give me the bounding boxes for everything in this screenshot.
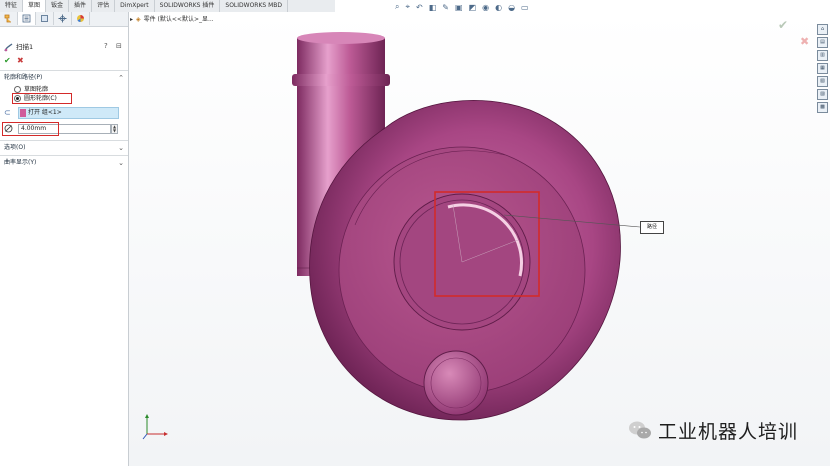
reference-triad bbox=[142, 414, 168, 440]
pipe-flange-ring[interactable] bbox=[292, 74, 390, 86]
pipe-end-face[interactable] bbox=[297, 32, 385, 44]
watermark-text: 工业机器人培训 bbox=[658, 420, 799, 443]
wechat-logo-icon bbox=[629, 421, 651, 439]
pump-housing-model[interactable] bbox=[0, 0, 830, 466]
watermark: 工业机器人培训 bbox=[628, 418, 799, 443]
path-callout[interactable]: 路径 bbox=[640, 221, 664, 234]
drain-boss[interactable] bbox=[423, 350, 489, 416]
